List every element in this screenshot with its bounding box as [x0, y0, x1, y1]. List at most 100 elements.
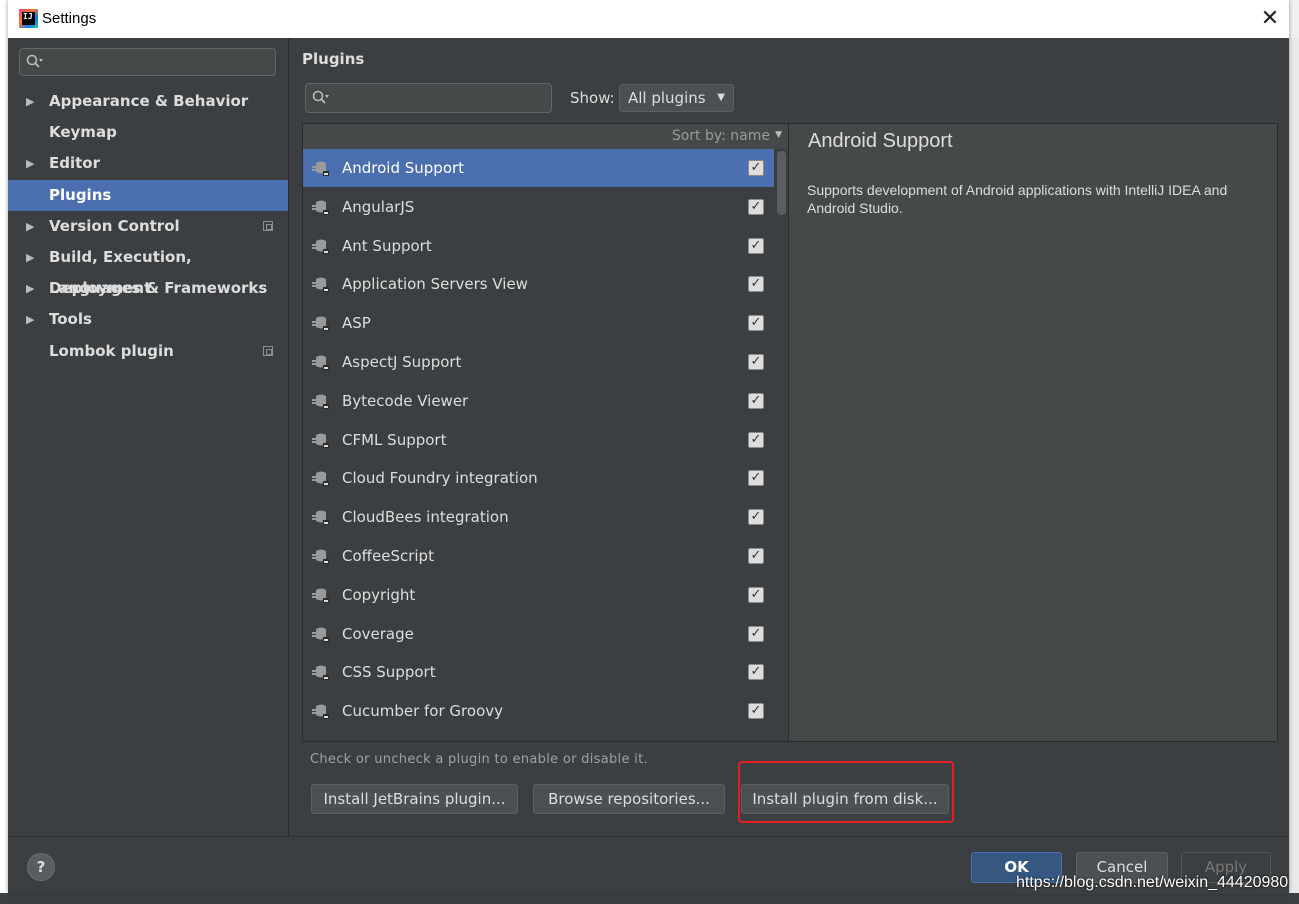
search-icon [312, 90, 329, 104]
browse-repositories-button[interactable]: Browse repositories... [533, 784, 725, 814]
chevron-right-icon[interactable]: ▶ [26, 242, 34, 273]
sidebar-item-appearance-behavior[interactable]: ▶ Appearance & Behavior [8, 86, 288, 117]
close-icon[interactable]: ✕ [1256, 5, 1284, 33]
sidebar-item-label: Tools [49, 310, 92, 329]
plugin-icon [312, 665, 329, 681]
sidebar-item-build-execution-deployment[interactable]: ▶ Build, Execution, Deployment [8, 242, 288, 297]
plugin-enabled-checkbox[interactable]: ✓ [748, 276, 764, 293]
plugin-enabled-checkbox[interactable]: ✓ [748, 392, 764, 409]
plugin-search-input[interactable] [305, 83, 552, 113]
list-item[interactable]: Coverage ✓ [303, 615, 774, 653]
plugin-enabled-checkbox[interactable]: ✓ [748, 625, 764, 642]
background-window-right [1289, 38, 1299, 898]
list-item[interactable]: CFML Support ✓ [303, 421, 774, 459]
list-item[interactable]: ASP ✓ [303, 304, 774, 342]
list-item[interactable]: CSS Support ✓ [303, 653, 774, 691]
sort-label: Sort by: name [671, 128, 770, 144]
plugin-name: ASP [342, 314, 371, 333]
list-item[interactable]: CloudBees integration ✓ [303, 498, 774, 536]
plugin-name: Ant Support [342, 236, 432, 255]
chevron-right-icon[interactable]: ▶ [26, 86, 34, 117]
plugin-name: Copyright [342, 585, 416, 604]
nav-search-input[interactable] [19, 48, 276, 76]
plugin-icon [312, 433, 329, 448]
plugin-enabled-checkbox[interactable]: ✓ [748, 431, 764, 448]
show-filter-select[interactable]: All plugins ▼ [619, 84, 734, 112]
list-item[interactable]: AspectJ Support ✓ [303, 343, 774, 381]
plugin-icon [312, 627, 329, 642]
plugin-enabled-checkbox[interactable]: ✓ [748, 160, 764, 176]
list-item[interactable]: Ant Support ✓ [303, 227, 774, 265]
plugin-name: CSS Support [342, 663, 436, 682]
plugin-enabled-checkbox[interactable]: ✓ [748, 470, 764, 487]
sidebar-item-keymap[interactable]: Keymap [8, 117, 288, 148]
window-title: Settings [42, 10, 97, 27]
plugin-icon [312, 510, 329, 526]
scrollbar-thumb[interactable] [777, 151, 786, 215]
project-scope-icon [263, 220, 273, 231]
plugin-enabled-checkbox[interactable]: ✓ [748, 354, 764, 370]
plugin-name: Cucumber for Groovy [342, 702, 503, 721]
plugin-enabled-checkbox[interactable]: ✓ [748, 703, 764, 720]
chevron-right-icon[interactable]: ▶ [26, 148, 34, 179]
plugin-enabled-checkbox[interactable]: ✓ [748, 198, 764, 215]
plugin-name: Coverage [342, 624, 414, 643]
sort-header[interactable]: Sort by: name ▼ [303, 124, 788, 149]
plugin-list-panel: Sort by: name ▼ Android Support ✓ AngularJ… [302, 123, 789, 742]
list-item[interactable]: CoffeeScript ✓ [303, 537, 774, 575]
plugin-enabled-checkbox[interactable]: ✓ [748, 664, 764, 681]
plugin-icon [312, 471, 329, 487]
sidebar-item-label: Appearance & Behavior [49, 92, 249, 110]
list-item[interactable]: Bytecode Viewer ✓ [303, 382, 774, 420]
help-icon[interactable]: ? [27, 853, 55, 881]
plugin-enabled-checkbox[interactable]: ✓ [748, 509, 764, 526]
plugin-name: Bytecode Viewer [342, 391, 469, 410]
plugin-icon [312, 549, 329, 564]
chevron-right-icon[interactable]: ▶ [26, 304, 34, 335]
plugin-name: Cloud Foundry integration [342, 469, 538, 488]
sidebar-item-languages-frameworks[interactable]: ▶ Languages & Frameworks [8, 273, 288, 304]
plugin-icon [312, 200, 329, 215]
plugin-icon [312, 355, 329, 370]
chevron-right-icon[interactable]: ▶ [26, 273, 34, 304]
plugin-detail-panel: Android Support Supports development of … [789, 123, 1278, 742]
sidebar-item-label: Keymap [49, 123, 117, 142]
sidebar-item-editor[interactable]: ▶ Editor [8, 148, 288, 179]
sidebar-item-label: Lombok plugin [49, 341, 174, 360]
list-item[interactable]: Cucumber for Groovy ✓ [303, 692, 774, 730]
list-item[interactable]: AngularJS ✓ [303, 188, 774, 226]
chevron-down-icon: ▼ [717, 92, 725, 103]
settings-dialog: IJ Settings ✕ ▶ Appearance & Behavior Keym… [8, 0, 1289, 894]
plugin-enabled-checkbox[interactable]: ✓ [748, 315, 764, 332]
plugin-icon [312, 316, 329, 332]
sidebar-item-plugins[interactable]: Plugins [8, 179, 288, 211]
project-scope-icon [263, 345, 273, 356]
sidebar-item-lombok-plugin[interactable]: Lombok plugin [8, 336, 288, 367]
sidebar-item-tools[interactable]: ▶ Tools [8, 304, 288, 335]
plugin-enabled-checkbox[interactable]: ✓ [748, 237, 764, 254]
plugin-name: Application Servers View [342, 275, 528, 294]
plugin-name: AspectJ Support [342, 353, 462, 371]
page-title: Plugins [302, 50, 365, 68]
plugin-icon [312, 588, 329, 603]
title-bar: IJ Settings ✕ [8, 0, 1289, 38]
plugin-enabled-checkbox[interactable]: ✓ [748, 548, 764, 564]
plugin-name: CloudBees integration [342, 508, 509, 527]
plugin-detail-description: Supports development of Android applicat… [807, 182, 1228, 216]
list-item[interactable]: Application Servers View ✓ [303, 265, 774, 303]
sidebar-item-label: Plugins [49, 185, 112, 204]
install-jetbrains-plugin-button[interactable]: Install JetBrains plugin... [311, 784, 518, 814]
sidebar-item-version-control[interactable]: ▶ Version Control [8, 211, 288, 242]
list-item[interactable]: Cloud Foundry integration ✓ [303, 459, 774, 497]
background-taskbar [0, 893, 1299, 904]
list-item[interactable]: Copyright ✓ [303, 576, 774, 614]
show-label: Show: [570, 89, 615, 107]
plugin-enabled-checkbox[interactable]: ✓ [748, 586, 764, 603]
chevron-right-icon[interactable]: ▶ [26, 211, 34, 242]
plugin-name: CFML Support [342, 430, 447, 449]
plugin-list-scrollbar[interactable] [775, 149, 788, 741]
intellij-logo-icon: IJ [19, 9, 38, 28]
plugin-icon [312, 394, 329, 409]
show-filter-value: All plugins [628, 89, 706, 107]
list-item[interactable]: Android Support ✓ [303, 149, 774, 187]
